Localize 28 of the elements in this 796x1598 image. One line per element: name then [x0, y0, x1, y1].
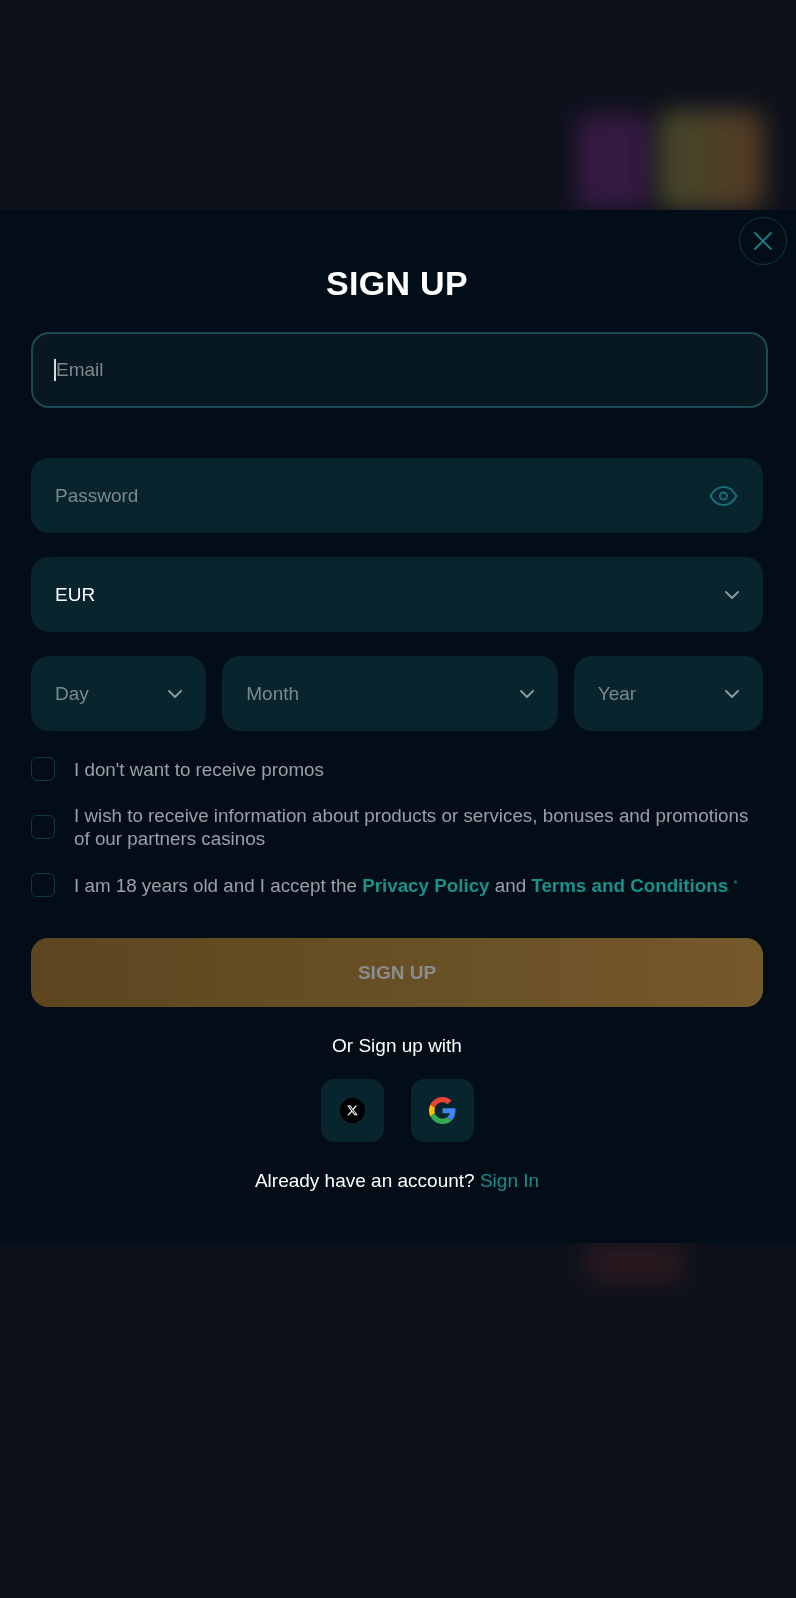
consent-label: I am 18 years old and I accept the Privacy Policy and Terms and Conditions $^{*}$	[74, 874, 738, 897]
required-mark: *	[733, 879, 738, 890]
policy-link[interactable]: Terms and Conditions	[531, 875, 729, 896]
currency-select[interactable]: EUR	[31, 557, 763, 632]
checkbox[interactable]	[31, 757, 55, 781]
password-field[interactable]: Password	[31, 458, 763, 533]
month-select[interactable]: Month	[222, 656, 558, 731]
eye-icon[interactable]	[709, 486, 738, 506]
email-field[interactable]: Email	[31, 332, 768, 408]
chevron-down-icon	[168, 689, 183, 698]
chevron-down-icon	[519, 689, 534, 698]
signup-title: SIGN UP	[325, 263, 469, 303]
policy-link[interactable]: Privacy Policy	[362, 875, 490, 896]
checkbox[interactable]	[31, 873, 55, 897]
x-logo-icon	[340, 1098, 365, 1123]
chevron-down-icon	[725, 689, 739, 698]
g-logo-icon	[429, 1097, 456, 1124]
checkbox-label: I wish to receive information about products or services, bonuses and promotions of our partners casinos	[74, 804, 750, 850]
social-login-button[interactable]	[411, 1079, 474, 1142]
close-icon	[753, 231, 773, 251]
year-select[interactable]: Year	[573, 656, 763, 731]
social-signup-heading: Or Sign up with	[331, 1034, 463, 1058]
checkbox-label: I don't want to receive promos	[74, 757, 324, 781]
account-prompt: Already have an account? Sign In	[253, 1169, 541, 1193]
sign-in-link[interactable]: Sign In	[479, 1170, 540, 1191]
chevron-down-icon	[725, 590, 739, 599]
day-select[interactable]: Day	[31, 656, 207, 731]
checkbox[interactable]	[31, 815, 55, 839]
